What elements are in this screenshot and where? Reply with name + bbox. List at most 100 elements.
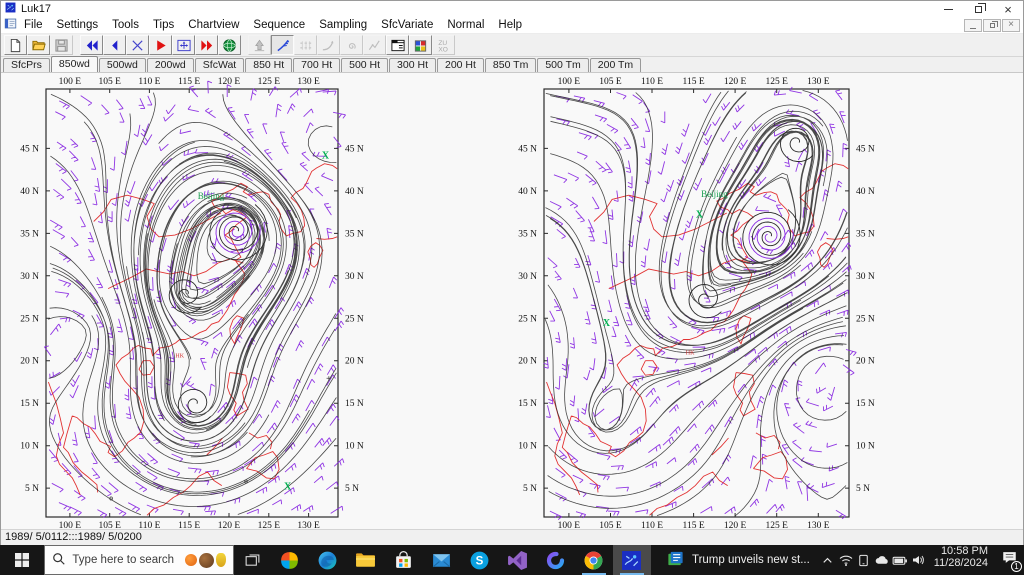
- right-map-panel[interactable]: 100 E 100 E 105 E 105 E 110 E 110 E 115 E 115 E…: [501, 77, 893, 534]
- axis-tick-label: 115 E: [178, 77, 200, 87]
- menu-settings[interactable]: Settings: [50, 18, 106, 32]
- mail-taskbar-button[interactable]: [423, 545, 461, 575]
- menu-chartview[interactable]: Chartview: [181, 18, 246, 32]
- task-view-button[interactable]: [234, 545, 271, 575]
- document-menu-icon[interactable]: [4, 17, 17, 33]
- axis-tick-label: 5 N: [25, 484, 39, 494]
- wifi-tray-button[interactable]: [837, 552, 855, 568]
- fit-frame-button[interactable]: [172, 35, 195, 55]
- axis-tick-label: 40 N: [20, 187, 39, 197]
- microsoft-store-taskbar-button[interactable]: [385, 545, 423, 575]
- tab-sfcwat[interactable]: SfcWat: [194, 58, 245, 72]
- menu-sequence[interactable]: Sequence: [246, 18, 312, 32]
- clock-date: 11/28/2024: [933, 557, 989, 569]
- axis-tick-label: 45 N: [345, 144, 364, 154]
- axis-tick-label: 120 E: [724, 77, 747, 87]
- fast-forward-icon: [199, 38, 215, 53]
- minimize-icon: [943, 8, 953, 10]
- left-map-panel[interactable]: 100 E 100 E 105 E 105 E 110 E 110 E 115 E 115 E…: [3, 77, 395, 534]
- file-explorer-icon: [355, 550, 376, 571]
- tab-700-ht[interactable]: 700 Ht: [293, 58, 341, 72]
- globe-button[interactable]: [218, 35, 241, 55]
- menu-items: File Settings Tools Tips Chartview Sequence Sa…: [17, 19, 529, 31]
- menu-help[interactable]: Help: [491, 18, 529, 32]
- window-controls: ×: [933, 1, 1023, 17]
- tab-300-ht[interactable]: 300 Ht: [389, 58, 436, 72]
- polyline-button: [363, 35, 386, 55]
- svg-text:S: S: [476, 555, 484, 567]
- wind-feather-button[interactable]: [271, 35, 294, 55]
- tab-850wd[interactable]: 850wd: [50, 56, 98, 72]
- step-back-button[interactable]: [103, 35, 126, 55]
- mdi-restore-button[interactable]: [983, 18, 1001, 32]
- mdi-close-button[interactable]: ×: [1002, 18, 1020, 32]
- restore-icon: [974, 2, 986, 13]
- volume-tray-button[interactable]: [909, 552, 927, 568]
- taskbar-search-box[interactable]: Type here to search: [44, 545, 235, 575]
- taskbar-clock[interactable]: 10:58 PM 11/28/2024: [934, 545, 988, 575]
- axis-tick-label: 30 N: [856, 272, 875, 282]
- menu-sfcvariate[interactable]: SfcVariate: [374, 18, 440, 32]
- tab-200-ht[interactable]: 200 Ht: [436, 58, 484, 72]
- menu-file[interactable]: File: [17, 18, 50, 32]
- visual-studio-taskbar-button[interactable]: [499, 545, 537, 575]
- menu-tools[interactable]: Tools: [105, 18, 146, 32]
- zu-letters-button: ZU XO: [432, 35, 455, 55]
- loop-taskbar-button[interactable]: [537, 545, 575, 575]
- minimize-button[interactable]: [933, 1, 963, 17]
- loop-icon: [545, 550, 566, 571]
- tab-500-ht[interactable]: 500 Ht: [341, 58, 389, 72]
- copilot-icon: [279, 550, 300, 571]
- mdi-minimize-button[interactable]: [964, 18, 982, 32]
- tab-200-tm[interactable]: 200 Tm: [589, 58, 642, 72]
- mail-icon: [431, 550, 452, 571]
- notification-center-button[interactable]: 1: [995, 545, 1024, 575]
- menu-normal[interactable]: Normal: [440, 18, 491, 32]
- open-folder-icon: [31, 38, 47, 53]
- window-title: Luk17: [21, 3, 51, 15]
- file-explorer-taskbar-button[interactable]: [347, 545, 385, 575]
- phone-link-tray-button[interactable]: [855, 553, 873, 568]
- map-annotation-hk: HK: [175, 353, 184, 359]
- axis-tick-label: 130 E: [807, 521, 830, 529]
- axis-tick-label: 100 E: [59, 77, 82, 87]
- edge-taskbar-button[interactable]: [309, 545, 347, 575]
- axis-tick-label: 100 E: [59, 521, 82, 529]
- close-icon: ×: [1004, 1, 1012, 17]
- menu-sampling[interactable]: Sampling: [312, 18, 374, 32]
- restore-button[interactable]: [963, 1, 993, 17]
- chrome-taskbar-button[interactable]: [575, 545, 613, 575]
- axis-tick-label: 10 N: [518, 442, 537, 452]
- start-button[interactable]: [0, 545, 44, 575]
- fast-forward-button[interactable]: [195, 35, 218, 55]
- skype-taskbar-button[interactable]: S: [461, 545, 499, 575]
- color-grid-button[interactable]: [409, 35, 432, 55]
- tab-500-tm[interactable]: 500 Tm: [537, 58, 589, 72]
- window-layout-button[interactable]: [386, 35, 409, 55]
- play-button[interactable]: [149, 35, 172, 55]
- chevron-up-tray-button[interactable]: [819, 553, 837, 568]
- battery-tray-button[interactable]: [891, 552, 909, 569]
- luk17-taskbar-button[interactable]: [612, 545, 651, 575]
- tab-850-ht[interactable]: 850 Ht: [245, 58, 293, 72]
- cancel-x-button[interactable]: [126, 35, 149, 55]
- axis-tick-label: 20 N: [856, 357, 875, 367]
- new-document-button[interactable]: [4, 35, 27, 55]
- map-annotation-hk: HK: [686, 350, 695, 356]
- mdi-restore-icon: [989, 20, 998, 28]
- close-button[interactable]: ×: [993, 1, 1023, 17]
- rewind-button[interactable]: [80, 35, 103, 55]
- open-folder-button[interactable]: [27, 35, 50, 55]
- news-widget[interactable]: Trump unveils new st...: [657, 545, 819, 575]
- tab-850-tm[interactable]: 850 Tm: [484, 58, 537, 72]
- tab-500wd[interactable]: 500wd: [98, 58, 146, 72]
- dashed-lines-icon: [298, 38, 314, 53]
- menu-tips[interactable]: Tips: [146, 18, 181, 32]
- onedrive-tray-button[interactable]: [873, 552, 891, 569]
- copilot-taskbar-button[interactable]: [271, 545, 309, 575]
- tab-sfcprs[interactable]: SfcPrs: [3, 58, 50, 72]
- axis-tick-label: 30 N: [345, 272, 364, 282]
- axis-tick-label: 10 N: [345, 442, 364, 452]
- axis-tick-label: 5 N: [345, 484, 359, 494]
- tab-200wd[interactable]: 200wd: [146, 58, 194, 72]
